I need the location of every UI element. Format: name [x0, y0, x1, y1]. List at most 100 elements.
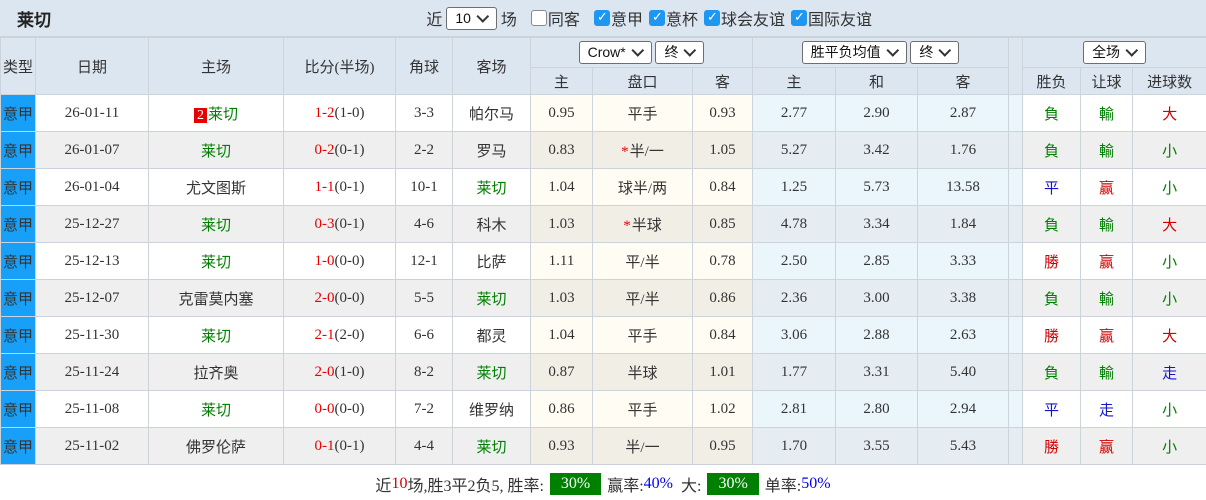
avg-home-cell: 2.36: [752, 279, 837, 317]
score-cell: 1-1(0-1): [283, 168, 396, 206]
home-odds-cell: 0.95: [530, 94, 593, 132]
avg-draw-cell: 2.90: [835, 94, 919, 132]
home-team-cell: 尤文图斯: [148, 168, 284, 206]
score-cell: 1-0(0-0): [283, 242, 396, 280]
away-team-cell: 都灵: [452, 316, 531, 354]
full-time-score: 0-2: [314, 141, 335, 158]
filters: 近 10 场 同客 意甲 意杯 球会友谊 国际友谊: [426, 6, 872, 31]
avg-header-group: 胜平负均值 终: [752, 37, 1010, 68]
recent-count-select[interactable]: 10: [446, 6, 497, 30]
checkbox-label: 球会友谊: [720, 11, 785, 29]
odds-win-value: 40%: [643, 475, 673, 492]
odds-header-group: Crow* 终: [529, 37, 754, 68]
corner-cell: 3-3: [395, 94, 453, 132]
avg-away-cell: 1.76: [917, 131, 1010, 169]
checkbox-意甲[interactable]: [593, 9, 610, 26]
handicap-result-cell: 輸: [1080, 205, 1134, 243]
full-time-score: 0-0: [314, 400, 335, 417]
league-cell: 意甲: [0, 427, 36, 465]
away-odds-cell: 1.02: [691, 390, 754, 428]
away-odds-cell: 0.84: [691, 168, 754, 206]
score-cell: 0-3(0-1): [283, 205, 396, 243]
avg-draw-cell: 2.80: [835, 390, 919, 428]
result-value: 負: [1044, 291, 1060, 308]
checkbox-group-item: 意杯: [648, 6, 698, 30]
spacer-cell: [1008, 168, 1024, 206]
checkbox-球会友谊[interactable]: [703, 9, 720, 26]
chevron-down-icon: [886, 44, 899, 57]
half-time-score: (2-0): [334, 326, 365, 343]
goals-cell: 走: [1132, 353, 1206, 391]
date-cell: 25-11-24: [35, 353, 149, 391]
home-team-name: 莱切: [200, 328, 231, 345]
score-cell: 0-2(0-1): [283, 131, 396, 169]
checkbox-意杯[interactable]: [648, 9, 665, 26]
checkbox-label: 意杯: [665, 11, 698, 29]
corner-cell: 5-5: [395, 279, 453, 317]
home-odds-cell: 0.83: [530, 131, 593, 169]
away-team-cell: 罗马: [452, 131, 531, 169]
avg-stage-select[interactable]: 终: [910, 41, 960, 64]
half-time-score: (0-1): [334, 141, 365, 158]
goals-value: 小: [1162, 143, 1178, 160]
odds-source-value: Crow*: [587, 44, 626, 60]
away-team-cell: 比萨: [452, 242, 531, 280]
avg-type-select[interactable]: 胜平负均值: [801, 41, 907, 64]
checkbox-label: 国际友谊: [807, 11, 872, 29]
checkbox-同客[interactable]: [530, 9, 547, 26]
avg-home-cell: 1.70: [752, 427, 837, 465]
handicap-result-cell: 輸: [1080, 94, 1134, 132]
result-cell: 平: [1022, 168, 1082, 206]
odds-source-select[interactable]: Crow*: [578, 41, 652, 64]
handicap-result-value: 輸: [1099, 291, 1115, 308]
avg-home-cell: 3.06: [752, 316, 837, 354]
home-team-name: 莱切: [200, 254, 231, 271]
goals-value: 大: [1162, 217, 1178, 234]
subcol-avg-home: 主: [752, 67, 837, 95]
home-team-name: 莱切: [200, 217, 231, 234]
avg-draw-cell: 3.55: [835, 427, 919, 465]
away-odds-cell: 0.84: [691, 316, 754, 354]
goals-value: 小: [1162, 291, 1178, 308]
corner-cell: 6-6: [395, 316, 453, 354]
half-time-score: (0-1): [334, 178, 365, 195]
checkbox-label: 意甲: [610, 11, 643, 29]
recent-count-value: 10: [455, 9, 471, 26]
avg-away-cell: 3.38: [917, 279, 1010, 317]
avg-draw-cell: 2.85: [835, 242, 919, 280]
avg-away-cell: 2.63: [917, 316, 1010, 354]
avg-away-cell: 2.94: [917, 390, 1010, 428]
full-time-score: 2-0: [314, 363, 335, 380]
handicap-result-cell: 輸: [1080, 353, 1134, 391]
home-odds-cell: 1.04: [530, 168, 593, 206]
odds-stage-select[interactable]: 终: [655, 41, 705, 64]
score-cell: 1-2(1-0): [283, 94, 396, 132]
league-cell: 意甲: [0, 131, 36, 169]
avg-draw-cell: 3.42: [835, 131, 919, 169]
score-cell: 2-0(0-0): [283, 279, 396, 317]
checkbox-国际友谊[interactable]: [790, 9, 807, 26]
recent-label: 近: [426, 12, 443, 29]
handicap-result-cell: 輸: [1080, 131, 1134, 169]
spacer-cell: [1008, 94, 1024, 132]
half-time-score: (1-0): [334, 363, 365, 380]
scope-select[interactable]: 全场: [1083, 41, 1147, 64]
table-row: 意甲 26-01-07 莱切 0-2(0-1) 2-2 罗马 0.83 *半/一 1.05 5.2…: [0, 131, 1206, 169]
avg-draw-cell: 5.73: [835, 168, 919, 206]
spacer-cell: [1008, 353, 1024, 391]
handicap-star: *: [623, 217, 631, 234]
goals-value: 小: [1162, 180, 1178, 197]
avg-home-cell: 1.25: [752, 168, 837, 206]
chevron-down-icon: [1125, 44, 1139, 57]
corner-cell: 8-2: [395, 353, 453, 391]
avg-home-cell: 4.78: [752, 205, 837, 243]
corner-cell: 7-2: [395, 390, 453, 428]
corner-cell: 12-1: [395, 242, 453, 280]
handicap-result-value: 赢: [1099, 180, 1115, 197]
date-cell: 25-11-30: [35, 316, 149, 354]
away-team-cell: 帕尔马: [452, 94, 531, 132]
spacer-cell: [1008, 131, 1024, 169]
handicap-cell: 平/半: [592, 279, 693, 317]
home-team-name: 莱切: [200, 143, 231, 160]
away-odds-cell: 0.78: [691, 242, 754, 280]
